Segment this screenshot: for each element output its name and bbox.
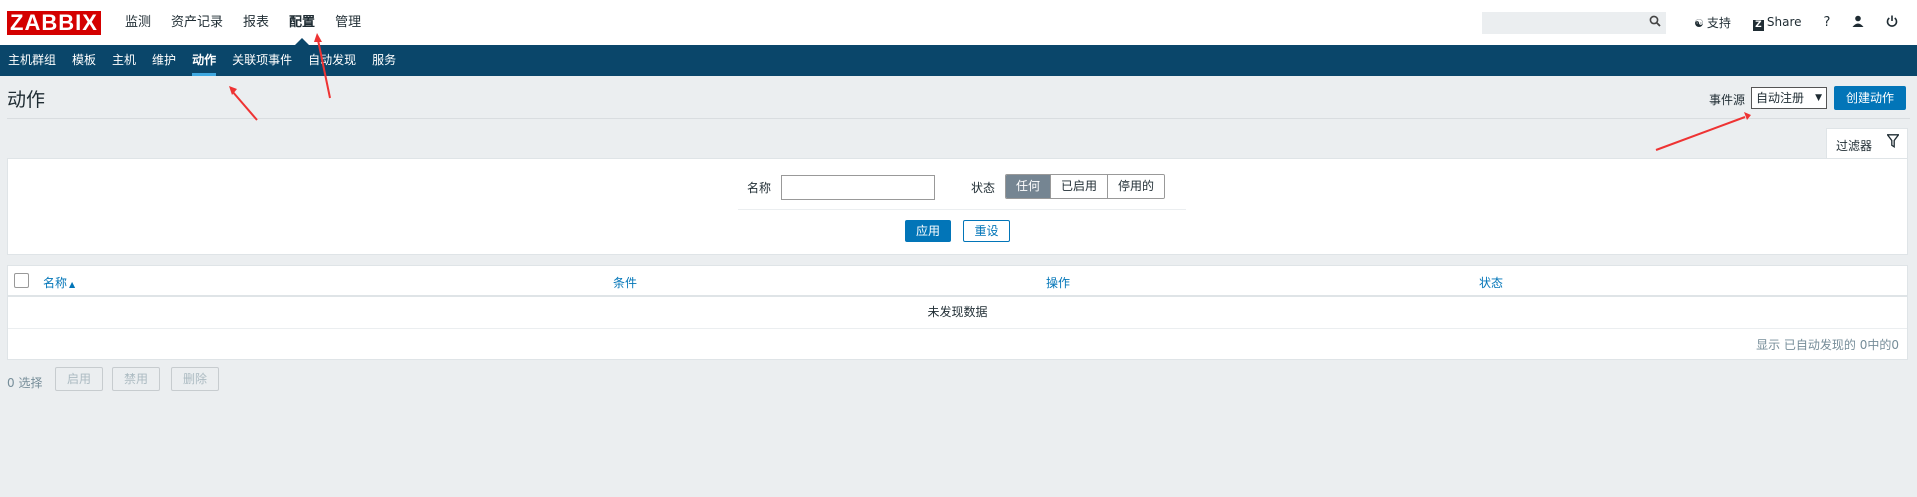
table-header: 名称 ▲ 条件 操作 状态 bbox=[8, 266, 1907, 297]
filter-icon bbox=[1887, 134, 1899, 148]
filter-status-label: 状态 bbox=[971, 181, 996, 195]
sub-nav-discovery[interactable]: 自动发现 bbox=[300, 45, 364, 76]
column-name[interactable]: 名称 ▲ bbox=[43, 274, 75, 291]
user-icon[interactable] bbox=[1852, 15, 1864, 31]
support-link[interactable]: ☯ 支持 bbox=[1694, 14, 1731, 31]
event-source-value: 自动注册 bbox=[1756, 91, 1805, 105]
sub-nav-templates[interactable]: 模板 bbox=[64, 45, 104, 76]
sub-nav-host-groups[interactable]: 主机群组 bbox=[0, 45, 64, 76]
filter-name-label: 名称 bbox=[747, 181, 772, 195]
main-nav: 监测 资产记录 报表 配置 管理 bbox=[115, 0, 371, 45]
column-conditions: 条件 bbox=[613, 276, 638, 290]
zabbix-logo[interactable]: ZABBIX bbox=[7, 11, 101, 35]
column-status[interactable]: 状态 bbox=[1479, 274, 1503, 291]
status-option-disabled[interactable]: 停用的 bbox=[1108, 175, 1165, 198]
status-option-any[interactable]: 任何 bbox=[1006, 175, 1052, 198]
power-icon[interactable] bbox=[1886, 15, 1898, 31]
column-name-label: 名称 bbox=[43, 276, 68, 290]
sub-nav-bar: 主机群组 模板 主机 维护 动作 关联项事件 自动发现 服务 bbox=[0, 45, 1917, 76]
main-nav-configuration[interactable]: 配置 bbox=[279, 0, 325, 45]
table-paging-info: 显示 已自动发现的 0中的0 bbox=[1756, 338, 1899, 352]
page-title: 动作 bbox=[7, 89, 46, 111]
annotation-arrow-subnav bbox=[229, 86, 258, 121]
sub-nav: 主机群组 模板 主机 维护 动作 关联项事件 自动发现 服务 bbox=[0, 45, 404, 76]
sub-nav-hosts[interactable]: 主机 bbox=[104, 45, 144, 76]
search-icon[interactable] bbox=[1649, 15, 1661, 30]
sort-asc-icon: ▲ bbox=[69, 280, 76, 289]
main-nav-administration[interactable]: 管理 bbox=[325, 0, 371, 45]
sub-nav-maintenance[interactable]: 维护 bbox=[144, 45, 184, 76]
filter-divider bbox=[738, 209, 1186, 210]
create-action-button[interactable]: 创建动作 bbox=[1834, 86, 1906, 110]
headset-icon: ☯ bbox=[1694, 17, 1704, 30]
top-header: ZABBIX 监测 资产记录 报表 配置 管理 ☯ 支持 Z Share ? bbox=[0, 0, 1917, 45]
filter-status-segmented: 任何 已启用 停用的 bbox=[1005, 174, 1166, 199]
select-all-checkbox[interactable] bbox=[14, 273, 29, 288]
filter-name-input[interactable] bbox=[781, 175, 935, 200]
enable-button[interactable]: 启用 bbox=[55, 367, 103, 391]
help-icon[interactable]: ? bbox=[1824, 15, 1831, 30]
main-nav-monitoring[interactable]: 监测 bbox=[115, 0, 161, 45]
chevron-down-icon: ▼ bbox=[1815, 93, 1822, 103]
delete-button[interactable]: 删除 bbox=[171, 367, 219, 391]
column-operations: 操作 bbox=[1046, 276, 1071, 290]
main-nav-reports[interactable]: 报表 bbox=[233, 0, 279, 45]
disable-button[interactable]: 禁用 bbox=[112, 367, 160, 391]
event-source-select[interactable]: 自动注册 ▼ bbox=[1751, 87, 1827, 109]
share-icon: Z bbox=[1752, 19, 1764, 31]
share-label: Share bbox=[1766, 14, 1802, 29]
empty-row: 未发现数据 bbox=[8, 297, 1907, 329]
sub-nav-correlation[interactable]: 关联项事件 bbox=[224, 45, 300, 76]
sub-nav-services[interactable]: 服务 bbox=[364, 45, 404, 76]
main-nav-inventory[interactable]: 资产记录 bbox=[161, 0, 233, 45]
actions-table: 名称 ▲ 条件 操作 状态 未发现数据 显示 已自动发现的 0中的0 bbox=[7, 265, 1908, 360]
filter-panel: 名称 状态 任何 已启用 停用的 应用 重设 bbox=[7, 158, 1908, 255]
selected-count: 0 选择 bbox=[7, 376, 43, 390]
reset-button[interactable]: 重设 bbox=[963, 220, 1010, 242]
sub-nav-actions[interactable]: 动作 bbox=[184, 45, 224, 76]
apply-button[interactable]: 应用 bbox=[905, 220, 951, 242]
event-source-label: 事件源 bbox=[1709, 93, 1746, 107]
filter-tab[interactable]: 过滤器 bbox=[1826, 128, 1908, 160]
filter-tab-label: 过滤器 bbox=[1836, 139, 1873, 153]
share-link[interactable]: Z Share bbox=[1752, 14, 1802, 31]
support-label: 支持 bbox=[1706, 16, 1731, 30]
global-search-input[interactable] bbox=[1482, 12, 1666, 34]
header-links: ☯ 支持 Z Share ? bbox=[1694, 0, 1917, 45]
status-option-enabled[interactable]: 已启用 bbox=[1051, 175, 1109, 198]
header-divider bbox=[7, 118, 1910, 119]
